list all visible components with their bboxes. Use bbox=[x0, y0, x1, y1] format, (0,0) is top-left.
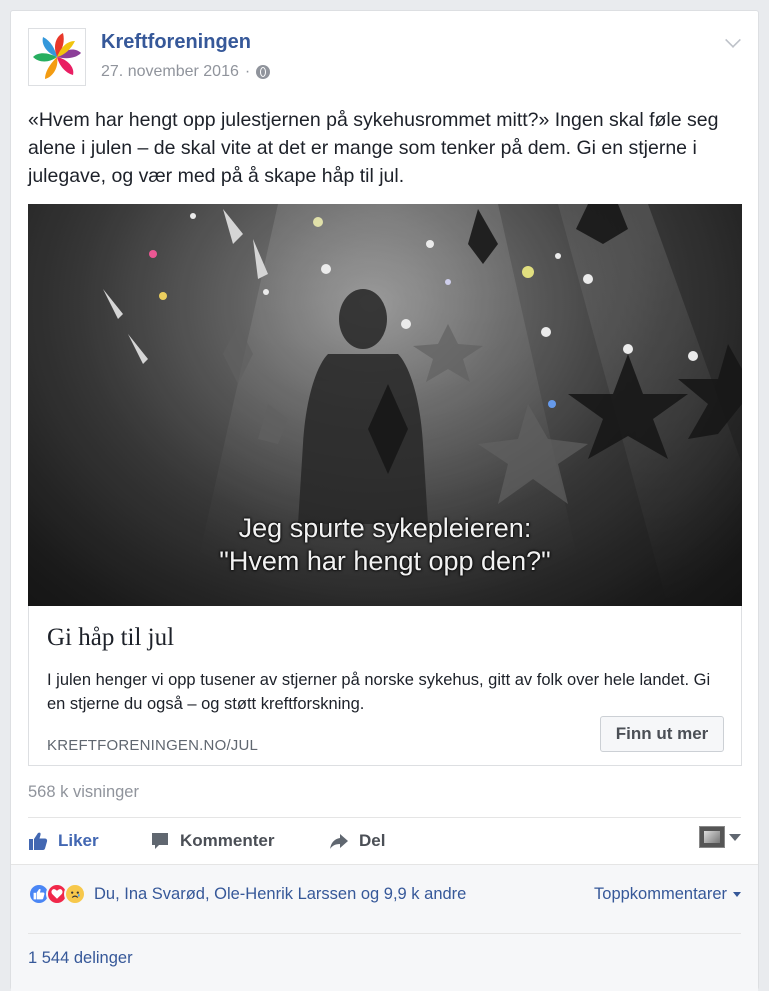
link-domain: KREFTFORENINGEN.NO/JUL bbox=[47, 737, 259, 754]
caret-down-icon bbox=[733, 892, 741, 897]
globe-icon[interactable] bbox=[256, 65, 271, 79]
page-name-link[interactable]: Kreftforeningen bbox=[101, 31, 251, 54]
post-date[interactable]: 27. november 2016 bbox=[101, 63, 239, 81]
action-bar: Liker Kommenter Del bbox=[28, 826, 743, 856]
profile-thumbnail bbox=[699, 826, 725, 848]
divider bbox=[28, 933, 741, 934]
link-preview[interactable]: Gi håp til jul I julen henger vi opp tus… bbox=[28, 606, 742, 766]
like-button[interactable]: Liker bbox=[28, 831, 99, 851]
link-title[interactable]: Gi håp til jul bbox=[47, 624, 174, 652]
post-footer: Du, Ina Svarød, Ole-Henrik Larssen og 9,… bbox=[11, 864, 758, 991]
view-count[interactable]: 568 k visninger bbox=[28, 783, 139, 802]
link-description: I julen henger vi opp tusener av stjerne… bbox=[47, 671, 711, 713]
page-avatar[interactable] bbox=[28, 28, 86, 86]
sad-reaction-icon bbox=[64, 883, 86, 905]
reactions-summary[interactable]: Du, Ina Svarød, Ole-Henrik Larssen og 9,… bbox=[28, 883, 466, 905]
reactors-text[interactable]: Du, Ina Svarød, Ole-Henrik Larssen og 9,… bbox=[94, 885, 466, 904]
kreftforeningen-logo-icon bbox=[33, 33, 81, 79]
chevron-down-icon[interactable] bbox=[725, 32, 741, 48]
finn-ut-mer-button[interactable]: Finn ut mer bbox=[600, 716, 724, 752]
post-meta: 27. november 2016 · bbox=[101, 63, 271, 81]
share-icon bbox=[330, 834, 348, 849]
caret-down-icon bbox=[729, 833, 741, 841]
subtitle-line: Jeg spurte sykepleieren: bbox=[238, 513, 532, 543]
divider bbox=[28, 817, 741, 818]
post-card: Kreftforeningen 27. november 2016 · «Hve… bbox=[10, 10, 759, 991]
top-comments-label: Toppkommentarer bbox=[594, 885, 727, 903]
post-text: «Hvem har hengt opp julestjernen på syke… bbox=[28, 109, 719, 187]
subtitle-line: "Hvem har hengt opp den?" bbox=[219, 546, 551, 576]
reaction-picker[interactable] bbox=[699, 826, 741, 848]
video-player[interactable]: Jeg spurte sykepleieren: "Hvem har hengt… bbox=[28, 204, 742, 606]
thumbs-up-icon bbox=[29, 832, 48, 850]
comment-label: Kommenter bbox=[180, 831, 275, 850]
share-label: Del bbox=[359, 831, 386, 850]
comment-button[interactable]: Kommenter bbox=[150, 831, 274, 851]
like-label: Liker bbox=[58, 831, 99, 850]
share-button[interactable]: Del bbox=[329, 831, 385, 851]
video-subtitle: Jeg spurte sykepleieren: "Hvem har hengt… bbox=[28, 512, 742, 578]
comment-icon bbox=[152, 833, 168, 849]
meta-separator: · bbox=[244, 63, 251, 80]
share-count[interactable]: 1 544 delinger bbox=[28, 949, 133, 968]
top-comments-dropdown[interactable]: Toppkommentarer bbox=[594, 885, 741, 904]
